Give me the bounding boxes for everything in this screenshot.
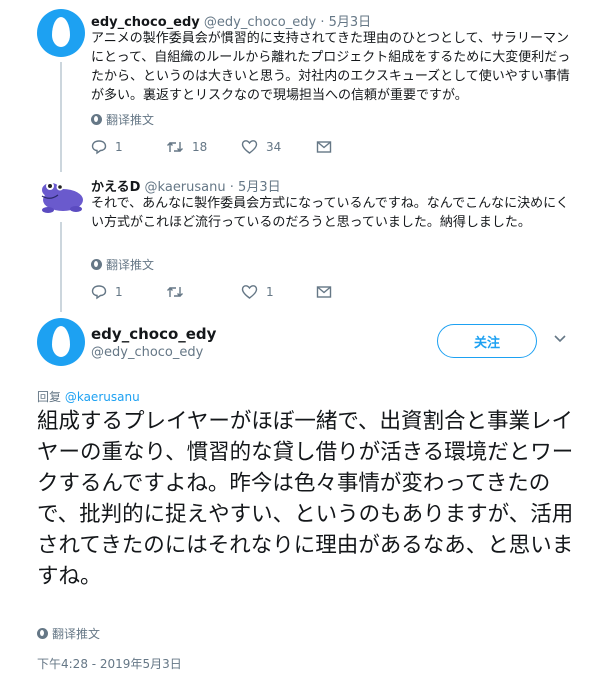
author-handle[interactable]: @kaerusanu: [145, 180, 226, 195]
separator: ·: [320, 15, 325, 30]
author-name[interactable]: かえるD: [91, 180, 140, 195]
avatar[interactable]: [37, 9, 85, 57]
translate-label: 翻译推文: [106, 113, 155, 127]
reply-icon: [91, 285, 107, 300]
translate-label: 翻译推文: [106, 258, 155, 272]
reply-button[interactable]: 1: [91, 139, 166, 155]
tweet-date[interactable]: 5月3日: [238, 180, 281, 195]
retweet-count: 18: [192, 140, 208, 154]
mail-icon: [316, 141, 332, 153]
tweet-actions: 1 1: [91, 284, 332, 300]
separator: ·: [229, 180, 234, 195]
globe-icon: [91, 114, 102, 125]
frog-avatar[interactable]: [36, 176, 86, 216]
retweet-icon: [167, 287, 183, 297]
main-tweet-text: 組成するプレイヤーがほぼ一緒で、出資割合と事業レイヤーの重なり、慣習的な貸し借り…: [37, 409, 574, 589]
chevron-down-icon[interactable]: [553, 334, 567, 344]
message-button[interactable]: [316, 284, 332, 300]
translate-link[interactable]: 翻译推文: [37, 625, 100, 642]
thread-line: [60, 222, 62, 312]
like-count: 34: [266, 140, 282, 154]
tweet-text: それで、あんなに製作委員会方式になっているんですね。なんでこんなに決めにくい方式…: [91, 196, 569, 230]
translate-link[interactable]: 翻译推文: [91, 111, 154, 128]
tweet-timestamp[interactable]: 下午4:28 - 2019年5月3日: [37, 655, 182, 672]
tweet-actions: 1 18 34: [91, 139, 332, 155]
egg-icon: [52, 17, 70, 47]
retweet-icon: [167, 142, 183, 152]
egg-icon: [52, 326, 70, 357]
follow-button[interactable]: 关注: [437, 324, 537, 358]
avatar[interactable]: [37, 318, 85, 366]
retweet-button[interactable]: [166, 284, 241, 300]
reply-button[interactable]: 1: [91, 284, 166, 300]
thread-line: [60, 62, 62, 172]
reply-count: 1: [115, 140, 123, 154]
author-name[interactable]: edy_choco_edy: [91, 15, 200, 30]
heart-icon: [241, 140, 258, 154]
author-name[interactable]: edy_choco_edy: [91, 325, 216, 343]
heart-icon: [241, 285, 258, 299]
like-button[interactable]: 1: [241, 284, 316, 300]
tweet-text: アニメの製作委員会が慣習的に支持されてきた理由のひとつとして、サラリーマンにとっ…: [91, 31, 571, 103]
tweet-header: edy_choco_edy @edy_choco_edy · 5月3日: [91, 11, 371, 30]
retweet-button[interactable]: 18: [166, 139, 241, 155]
tweet-header: かえるD @kaerusanu · 5月3日: [91, 176, 281, 195]
reply-icon: [91, 140, 107, 155]
reply-to-link[interactable]: @kaerusanu: [65, 390, 140, 404]
translate-label: 翻译推文: [52, 627, 101, 641]
like-button[interactable]: 34: [241, 139, 316, 155]
reply-prefix: 回复: [37, 390, 62, 404]
author-handle[interactable]: @edy_choco_edy: [204, 15, 316, 30]
reply-context: 回复 @kaerusanu: [37, 388, 140, 405]
translate-link[interactable]: 翻译推文: [91, 256, 154, 273]
author-handle[interactable]: @edy_choco_edy: [91, 345, 203, 360]
like-count: 1: [266, 285, 274, 299]
tweet-date[interactable]: 5月3日: [329, 15, 372, 30]
reply-count: 1: [115, 285, 123, 299]
globe-icon: [37, 628, 48, 639]
globe-icon: [91, 259, 102, 270]
message-button[interactable]: [316, 139, 332, 155]
mail-icon: [316, 286, 332, 298]
